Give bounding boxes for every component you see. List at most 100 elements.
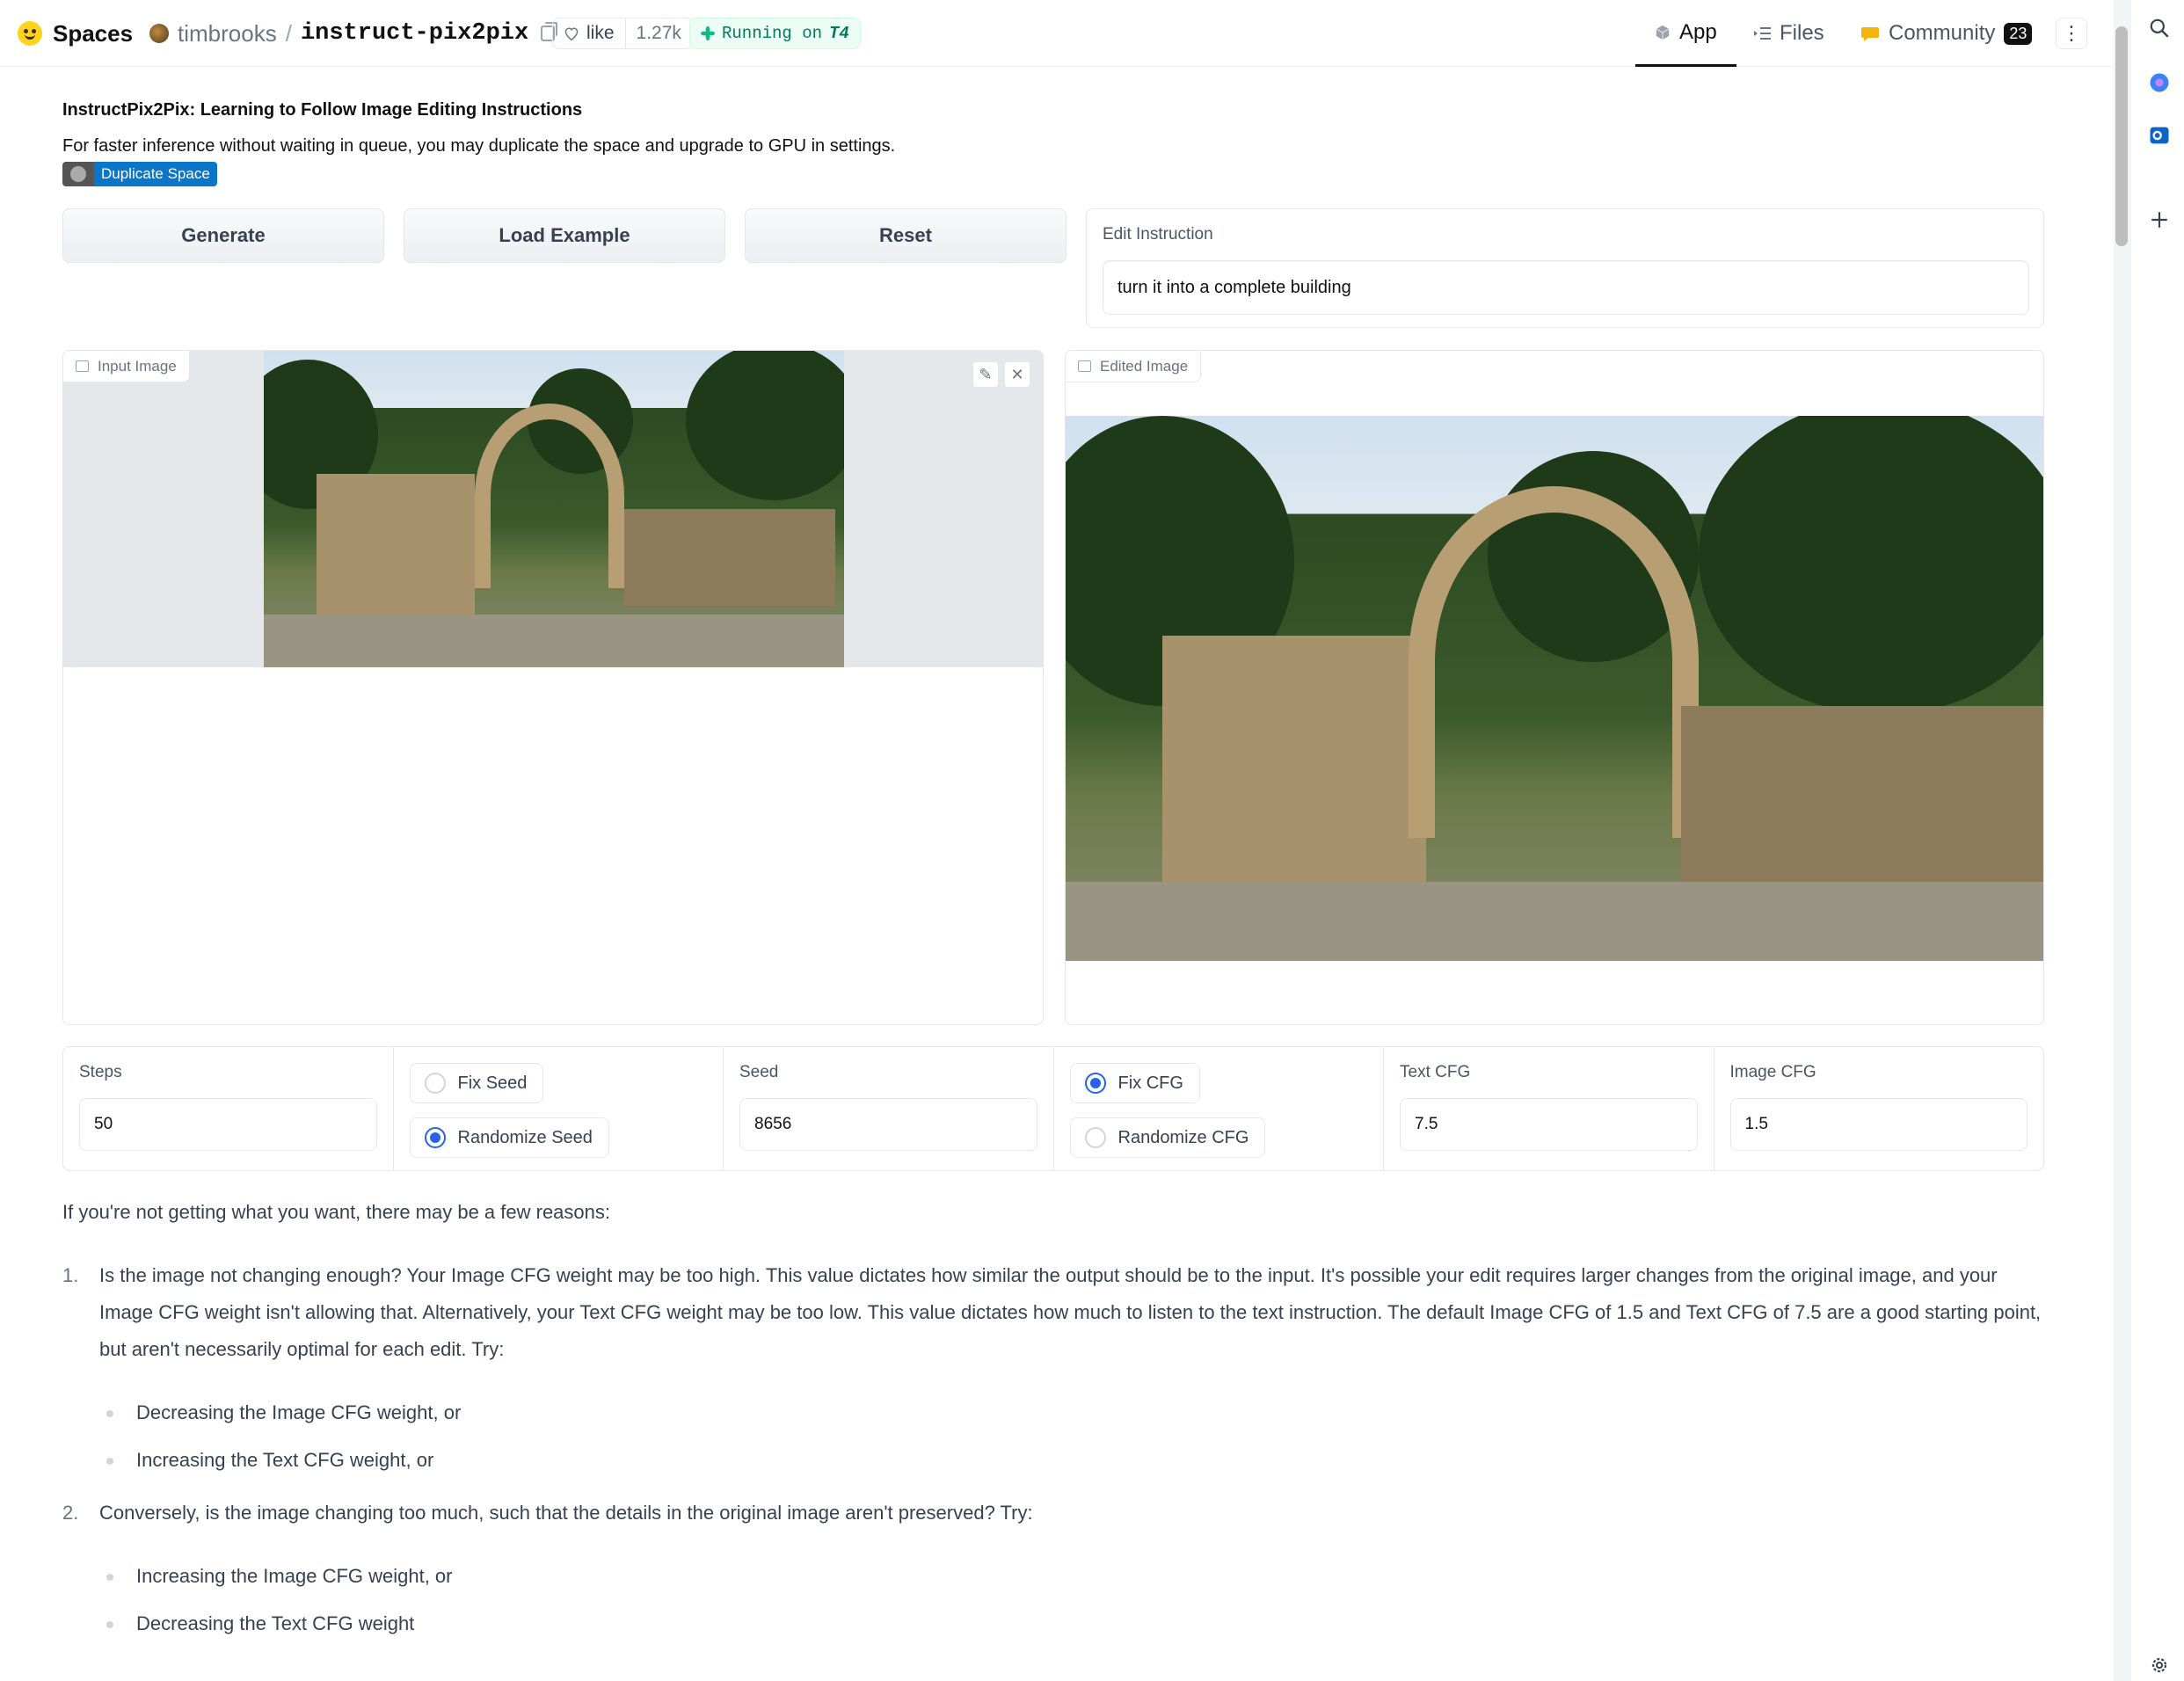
seed-input[interactable]: 8656 [739, 1098, 1037, 1151]
duplicate-space-label: Duplicate Space [94, 162, 217, 186]
scrollbar-thumb[interactable] [2115, 26, 2128, 246]
status-badge[interactable]: Running on T4 [689, 18, 861, 49]
fix-cfg-label: Fix CFG [1117, 1073, 1183, 1093]
duplicate-space-logo-icon [62, 162, 94, 186]
edited-image-panel: Edited Image [1065, 350, 2044, 1025]
input-image-tag: Input Image [63, 351, 190, 382]
edit-instruction-input[interactable]: turn it into a complete building [1103, 260, 2029, 315]
app-root: { "header": { "brand": "Spaces", "owner"… [0, 0, 2184, 1681]
page-title: InstructPix2Pix: Learning to Follow Imag… [62, 100, 583, 120]
seed-mode-cell: Fix Seed Randomize Seed [394, 1047, 724, 1170]
input-image-panel[interactable]: Input Image ✎ ✕ [62, 350, 1044, 1025]
cfg-mode-cell: Fix CFG Randomize CFG [1054, 1047, 1384, 1170]
fix-seed-label: Fix Seed [457, 1073, 528, 1093]
spaces-home-link[interactable]: Spaces [18, 16, 133, 51]
tip-item: 2. Conversely, is the image changing too… [62, 1495, 2044, 1642]
image-cfg-cell: Image CFG 1.5 [1714, 1047, 2044, 1170]
tab-app[interactable]: App [1635, 0, 1736, 67]
load-example-button[interactable]: Load Example [404, 208, 725, 263]
randomize-seed-radio[interactable]: Randomize Seed [409, 1117, 609, 1158]
parameters-row: Steps 50 Fix Seed Randomize Seed Seed 86… [62, 1046, 2044, 1171]
input-image-label: Input Image [98, 357, 177, 375]
edit-instruction-label: Edit Instruction [1103, 225, 1213, 244]
more-vertical-icon: ⋮ [2062, 22, 2081, 44]
tab-app-label: App [1679, 19, 1717, 44]
more-options-button[interactable]: ⋮ [2056, 18, 2087, 49]
edit-pencil-icon[interactable]: ✎ [972, 361, 999, 388]
seed-cell: Seed 8656 [724, 1047, 1054, 1170]
page-subtitle: For faster inference without waiting in … [62, 136, 896, 156]
text-cfg-label: Text CFG [1400, 1063, 1471, 1081]
seed-label: Seed [739, 1063, 779, 1081]
edited-image-label: Edited Image [1100, 357, 1189, 375]
app-cube-icon [1656, 25, 1670, 40]
like-count[interactable]: 1.27k [626, 23, 692, 44]
outlook-icon[interactable] [2142, 118, 2177, 153]
tab-files[interactable]: Files [1753, 0, 1824, 67]
tip-bullet: Increasing the Image CFG weight, or [106, 1558, 2044, 1595]
tip-number: 1. [62, 1264, 79, 1286]
files-icon [1754, 27, 1771, 40]
image-icon [1078, 360, 1091, 372]
copilot-icon[interactable] [2142, 65, 2177, 100]
community-count-badge: 23 [2004, 22, 2033, 45]
randomize-cfg-label: Randomize CFG [1117, 1127, 1249, 1147]
edited-image-tag: Edited Image [1066, 351, 1202, 382]
status-hardware: T4 [829, 24, 849, 43]
tip-text: Conversely, is the image changing too mu… [99, 1502, 1033, 1524]
tip-bullet: Decreasing the Image CFG weight, or [106, 1394, 2044, 1431]
owner-avatar[interactable] [149, 24, 169, 43]
image-cfg-label: Image CFG [1729, 1063, 1816, 1081]
search-icon[interactable] [2142, 11, 2177, 46]
tip-bullets: Increasing the Image CFG weight, or Decr… [99, 1558, 2044, 1642]
duplicate-space-badge[interactable]: Duplicate Space [62, 162, 217, 186]
settings-gear-icon[interactable] [2142, 1648, 2177, 1681]
like-widget: like 1.27k [552, 18, 693, 49]
generate-button[interactable]: Generate [62, 208, 384, 263]
running-fan-icon [701, 26, 715, 40]
randomize-cfg-radio[interactable]: Randomize CFG [1069, 1117, 1266, 1158]
radio-unchecked-icon [424, 1073, 446, 1094]
text-cfg-cell: Text CFG 7.5 [1384, 1047, 1714, 1170]
repo-breadcrumb: timbrooks / instruct-pix2pix [149, 16, 558, 51]
text-cfg-input[interactable]: 7.5 [1400, 1098, 1698, 1151]
tip-bullet: Increasing the Text CFG weight, or [106, 1442, 2044, 1479]
image-cfg-input[interactable]: 1.5 [1729, 1098, 2027, 1151]
page-scrollbar[interactable] [2114, 0, 2131, 1681]
tip-bullet: Decreasing the Text CFG weight [106, 1605, 2044, 1642]
breadcrumb-separator: / [285, 19, 292, 47]
tab-community-label: Community [1889, 21, 1996, 45]
steps-input[interactable]: 50 [79, 1098, 377, 1151]
tips-intro: If you're not getting what you want, the… [62, 1201, 610, 1223]
steps-label: Steps [79, 1063, 122, 1081]
tip-number: 2. [62, 1502, 79, 1524]
owner-link[interactable]: timbrooks [178, 20, 277, 47]
radio-unchecked-icon [1084, 1127, 1106, 1148]
brand-label: Spaces [53, 19, 134, 47]
tips-section: If you're not getting what you want, the… [62, 1194, 2044, 1658]
tip-text: Is the image not changing enough? Your I… [99, 1264, 2042, 1360]
tip-bullets: Decreasing the Image CFG weight, or Incr… [99, 1394, 2044, 1479]
tab-files-label: Files [1780, 21, 1824, 45]
close-icon[interactable]: ✕ [1004, 361, 1030, 388]
tab-community[interactable]: Community 23 [1860, 0, 2033, 67]
repo-name-link[interactable]: instruct-pix2pix [301, 20, 528, 47]
tip-item: 1. Is the image not changing enough? You… [62, 1257, 2044, 1479]
randomize-seed-label: Randomize Seed [457, 1127, 593, 1147]
image-icon [76, 360, 89, 372]
like-label: like [586, 23, 615, 43]
steps-cell: Steps 50 [63, 1047, 394, 1170]
top-bar: Spaces timbrooks / instruct-pix2pix like… [0, 0, 2114, 67]
community-icon [1861, 27, 1879, 41]
add-sidebar-icon[interactable] [2142, 202, 2177, 237]
edit-instruction-block: Edit Instruction turn it into a complete… [1086, 208, 2044, 328]
radio-checked-icon [1084, 1073, 1106, 1094]
edited-ruins-photo [1066, 416, 2043, 961]
hugging-face-logo-icon [18, 21, 42, 46]
input-ruins-photo [264, 351, 844, 667]
fix-cfg-radio[interactable]: Fix CFG [1069, 1063, 1200, 1103]
reset-button[interactable]: Reset [745, 208, 1067, 263]
status-prefix: Running on [722, 24, 823, 43]
like-button[interactable]: like [553, 18, 626, 48]
fix-seed-radio[interactable]: Fix Seed [409, 1063, 544, 1103]
